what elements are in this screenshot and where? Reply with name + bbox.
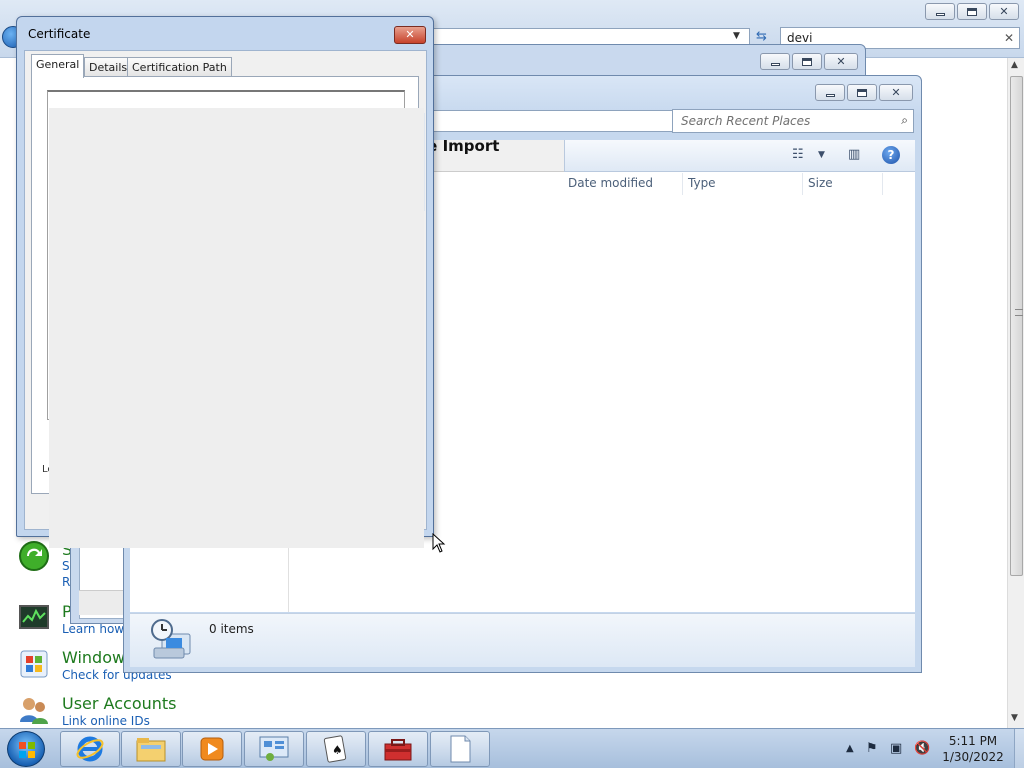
show-hidden-icons-icon[interactable]: ▲ <box>846 743 854 754</box>
minimize-button[interactable] <box>760 53 790 70</box>
column-header-row: Date modified Type Size <box>564 173 915 195</box>
taskbar: ♠ ▲ ⚑ ▣ 🔇 5:11 PM 1/30/2022 <box>0 728 1024 768</box>
windows-logo-icon <box>19 742 35 758</box>
scroll-down-icon[interactable]: ▼ <box>1011 713 1018 723</box>
view-options-icon[interactable]: ☷ <box>792 147 804 162</box>
maximize-icon <box>802 57 812 66</box>
close-icon: ✕ <box>405 28 415 41</box>
start-button[interactable] <box>7 731 45 767</box>
tab-details[interactable]: Details <box>84 57 133 77</box>
search-placeholder: Search Recent Places <box>681 114 811 128</box>
unrendered-area <box>49 108 424 548</box>
vertical-scrollbar[interactable]: ▲ ▼ <box>1007 58 1024 728</box>
command-bar <box>564 140 915 172</box>
close-button[interactable]: ✕ <box>824 53 858 70</box>
taskbar-windows-explorer[interactable] <box>121 731 181 767</box>
close-icon: ✕ <box>999 5 1009 18</box>
minimize-icon <box>935 12 945 16</box>
toolbox-icon <box>384 739 412 761</box>
recent-places-icon <box>151 619 191 659</box>
volume-muted-icon[interactable]: 🔇 <box>914 741 930 756</box>
solitaire-icon: ♠ <box>323 735 347 763</box>
dialog-title: Certificate <box>28 27 91 41</box>
refresh-icon[interactable]: ⇆ <box>756 29 767 44</box>
svg-text:♠: ♠ <box>332 743 343 757</box>
cp-item-title[interactable]: User Accounts <box>62 694 177 713</box>
clock-time: 5:11 PM <box>948 734 998 748</box>
search-icon: ⌕ <box>901 113 908 127</box>
action-center-flag-icon[interactable]: ⚑ <box>866 741 878 756</box>
column-divider[interactable] <box>802 173 803 195</box>
close-icon: ✕ <box>891 86 901 99</box>
column-size[interactable]: Size <box>808 176 833 190</box>
middle-window-status <box>79 590 125 615</box>
restore-button[interactable] <box>957 3 987 20</box>
windows-update-icon <box>20 650 48 678</box>
maximize-button[interactable] <box>792 53 822 70</box>
address-dropdown-icon[interactable]: ▼ <box>733 31 740 41</box>
taskbar-solitaire[interactable]: ♠ <box>306 731 366 767</box>
clock-date: 1/30/2022 <box>942 750 1004 764</box>
control-panel-icon <box>259 736 289 761</box>
network-icon[interactable]: ▣ <box>890 741 902 756</box>
column-divider[interactable] <box>882 173 883 195</box>
minimize-icon <box>825 93 835 97</box>
taskbar-toolbox[interactable] <box>368 731 428 767</box>
close-button[interactable]: ✕ <box>989 3 1019 20</box>
taskbar-control-panel[interactable] <box>244 731 304 767</box>
mouse-cursor-icon <box>432 533 446 553</box>
column-divider[interactable] <box>682 173 683 195</box>
performance-icon <box>19 605 49 629</box>
help-icon[interactable]: ? <box>882 146 900 164</box>
view-dropdown-icon[interactable]: ▼ <box>818 150 825 160</box>
cp-item-link[interactable]: Link online IDs <box>62 714 150 728</box>
taskbar-media-player[interactable] <box>182 731 242 767</box>
minimize-button[interactable] <box>815 84 845 101</box>
column-date-modified[interactable]: Date modified <box>568 176 653 190</box>
item-count: 0 items <box>209 622 254 636</box>
show-desktop-button[interactable] <box>1014 729 1024 768</box>
scroll-grip-icon <box>1015 309 1023 316</box>
user-accounts-icon <box>20 698 48 724</box>
column-type[interactable]: Type <box>688 176 716 190</box>
scroll-up-icon[interactable]: ▲ <box>1011 60 1018 70</box>
tab-certification-path[interactable]: Certification Path <box>127 57 232 77</box>
restore-icon <box>967 7 977 16</box>
document-icon <box>450 735 471 763</box>
windows-explorer-icon <box>136 738 166 762</box>
scroll-thumb[interactable] <box>1010 76 1023 576</box>
maximize-icon <box>857 88 867 97</box>
maximize-button[interactable] <box>847 84 877 101</box>
taskbar-document[interactable] <box>430 731 490 767</box>
dialog-close-button[interactable]: ✕ <box>394 26 426 44</box>
search-input[interactable]: Search Recent Places ⌕ <box>672 109 914 133</box>
tab-general[interactable]: General <box>31 54 85 78</box>
clear-search-icon[interactable]: ✕ <box>1004 31 1014 45</box>
minimize-button[interactable] <box>925 3 955 20</box>
close-icon: ✕ <box>836 55 846 68</box>
minimize-icon <box>770 62 780 66</box>
certificate-dialog: Certificate ✕ General Details Certificat… <box>16 16 434 548</box>
clock[interactable]: 5:11 PM 1/30/2022 <box>930 733 1016 765</box>
close-button[interactable]: ✕ <box>879 84 913 101</box>
taskbar-internet-explorer[interactable] <box>60 731 120 767</box>
backup-icon <box>19 541 49 571</box>
internet-explorer-icon <box>76 736 104 762</box>
dialog-body: General Details Certification Path Le <box>24 50 427 548</box>
preview-pane-icon[interactable]: ▥ <box>848 147 860 162</box>
media-player-icon <box>200 737 224 761</box>
